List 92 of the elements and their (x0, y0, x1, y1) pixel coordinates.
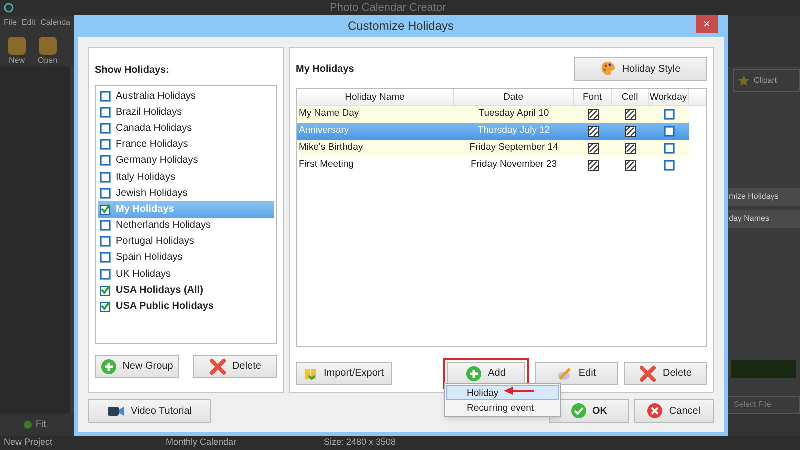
table-cell: Thursday July 12 (478, 125, 550, 136)
color-bar (731, 360, 796, 378)
delete-button[interactable]: Delete (193, 355, 277, 378)
column-header[interactable]: Cell (612, 89, 649, 105)
delete-icon (208, 358, 227, 376)
checkbox[interactable] (100, 220, 111, 232)
clipart-button[interactable]: Clipart (733, 69, 800, 92)
checkbox-checked[interactable] (100, 204, 111, 215)
table-cell: Friday November 23 (470, 159, 558, 170)
holiday-group-item[interactable]: Spain Holidays (98, 250, 274, 266)
table-cell: My Name Day (299, 108, 360, 120)
checkbox[interactable] (664, 160, 674, 171)
delete-icon (639, 364, 658, 382)
font-style-icon[interactable] (588, 143, 598, 154)
holiday-group-item[interactable]: Brazil Holidays (98, 104, 274, 120)
column-header[interactable]: Workday (649, 89, 689, 105)
holiday-group-item[interactable]: Netherlands Holidays (98, 218, 274, 234)
checkbox[interactable] (100, 236, 111, 248)
dialog-title: Customize Holidays (348, 18, 454, 35)
pointer-arrow (504, 387, 534, 395)
checkbox[interactable] (664, 126, 674, 137)
app-logo-icon (4, 2, 14, 13)
checkbox[interactable] (100, 90, 111, 102)
checkbox[interactable] (100, 122, 111, 134)
checkbox[interactable] (100, 188, 111, 199)
cell-style-icon[interactable] (625, 160, 636, 171)
holiday-group-item[interactable]: Italy Holidays (98, 168, 274, 186)
side-button[interactable]: mize Holidays (727, 188, 800, 206)
video-tutorial-button[interactable]: Video Tutorial (88, 399, 211, 423)
font-style-icon[interactable] (588, 160, 598, 171)
cancel-icon (647, 403, 664, 419)
menu-option[interactable]: Holiday (446, 385, 559, 400)
table-cell: Anniversary (299, 125, 350, 136)
holiday-group-item[interactable]: USA Holidays (All) (98, 282, 274, 298)
checkbox[interactable] (100, 252, 111, 264)
holiday-group-item[interactable]: Australia Holidays (98, 88, 274, 104)
cell-style-icon[interactable] (625, 109, 636, 120)
new-group-button[interactable]: New Group (95, 355, 179, 378)
menu-item[interactable]: Calenda (40, 16, 70, 29)
checkbox[interactable] (100, 106, 111, 118)
delete-button[interactable]: Delete (624, 362, 707, 385)
table-cell: Mike's Birthday (299, 142, 364, 154)
table-cell: First Meeting (299, 159, 354, 170)
app-title: Photo Calendar Creator (330, 0, 446, 16)
checkbox[interactable] (664, 109, 674, 120)
side-button[interactable]: day Names (727, 210, 800, 228)
checkbox-checked[interactable] (100, 284, 111, 296)
status-text: Size: 2480 x 3508 (324, 436, 396, 450)
video-camera-icon (107, 404, 126, 418)
font-style-icon[interactable] (588, 126, 598, 137)
cell-style-icon[interactable] (625, 143, 636, 154)
panel-title: Show Holidays: (95, 64, 170, 78)
palette-icon (600, 61, 616, 77)
column-header[interactable]: Font (574, 89, 612, 105)
table-cell: Friday September 14 (470, 142, 558, 154)
table-cell: Tuesday April 10 (478, 108, 550, 120)
panel-title: My Holidays (296, 62, 354, 76)
star-icon (738, 74, 750, 87)
font-style-icon[interactable] (588, 109, 598, 120)
add-button[interactable]: Add (447, 362, 525, 385)
status-text: New Project (4, 436, 54, 450)
status-text: Monthly Calendar (166, 436, 238, 450)
checkbox[interactable] (100, 268, 111, 280)
checkbox[interactable] (100, 139, 111, 150)
column-header[interactable]: Date (454, 89, 574, 105)
holiday-group-item[interactable]: Germany Holidays (98, 152, 274, 169)
holiday-group-item[interactable]: USA Public Holidays (98, 298, 274, 315)
holiday-row[interactable]: Mike's Birthday Friday September 14 (297, 140, 689, 157)
checkbox-checked[interactable] (100, 301, 111, 312)
menu-item[interactable]: Edit (22, 16, 36, 29)
checkbox[interactable] (664, 143, 674, 154)
import-export-icon (304, 366, 318, 380)
checkbox[interactable] (100, 172, 111, 183)
edit-button[interactable]: Edit (535, 362, 618, 385)
holiday-group-item[interactable]: UK Holidays (98, 266, 274, 282)
holiday-group-item[interactable]: Portugal Holidays (98, 234, 274, 250)
import-export-button[interactable]: Import/Export (296, 362, 392, 385)
holiday-group-item[interactable]: Canada Holidays (98, 120, 274, 137)
menu-item[interactable]: File (4, 16, 17, 29)
fit-button[interactable]: Fit (24, 418, 46, 432)
column-header[interactable]: Holiday Name (297, 89, 454, 105)
holiday-group-item[interactable]: Jewish Holidays (98, 185, 274, 202)
check-icon (570, 403, 586, 419)
cell-style-icon[interactable] (625, 126, 636, 137)
cancel-button[interactable]: Cancel (634, 399, 714, 423)
holiday-style-button[interactable]: Holiday Style (574, 57, 707, 81)
plus-icon (100, 358, 117, 374)
holiday-row[interactable]: My Name Day Tuesday April 10 (297, 106, 689, 123)
close-button[interactable]: × (696, 15, 718, 33)
checkbox[interactable] (100, 155, 111, 166)
holiday-group-item[interactable]: France Holidays (98, 136, 274, 153)
edit-icon (556, 366, 573, 382)
